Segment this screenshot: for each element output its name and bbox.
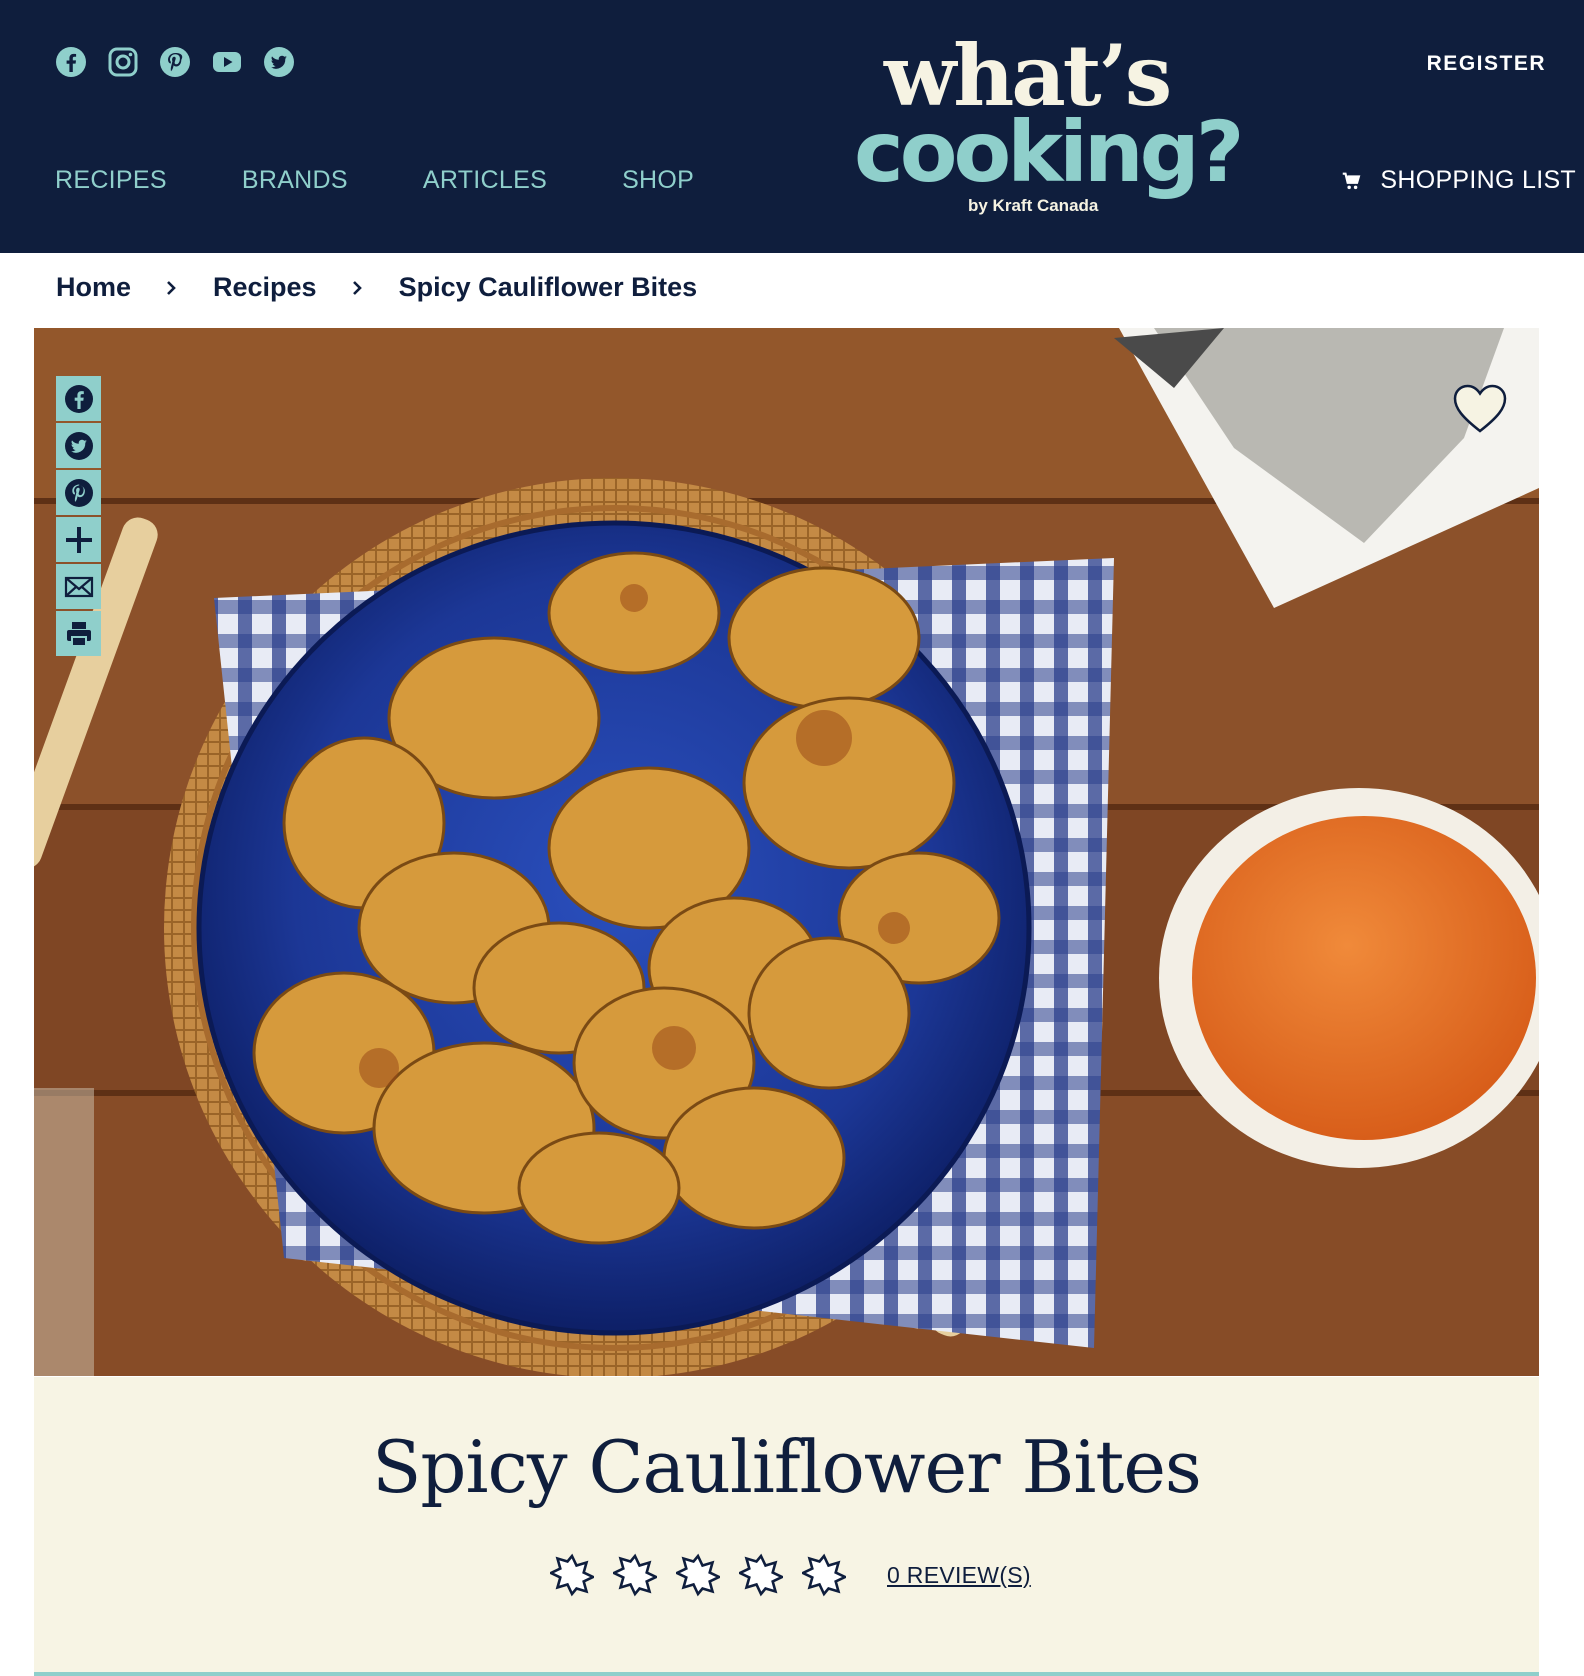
youtube-icon[interactable] <box>211 46 243 78</box>
nav-brands[interactable]: BRANDS <box>242 166 348 195</box>
breadcrumb-home[interactable]: Home <box>56 272 131 303</box>
nav-shop[interactable]: SHOP <box>622 166 694 195</box>
rating-star-icon[interactable] <box>802 1553 846 1597</box>
facebook-icon[interactable] <box>55 46 87 78</box>
section-divider <box>34 1672 1539 1676</box>
rating-row: 0 REVIEW(S) <box>550 1553 1031 1597</box>
recipe-hero-image <box>34 328 1539 1376</box>
pinterest-icon <box>64 478 93 507</box>
reviews-link[interactable]: 0 REVIEW(S) <box>887 1562 1031 1589</box>
breadcrumb: Home Recipes Spicy Cauliflower Bites <box>56 272 697 303</box>
main-nav: RECIPES BRANDS ARTICLES SHOP <box>55 166 769 195</box>
share-facebook-button[interactable] <box>56 376 101 421</box>
twitter-icon <box>64 431 93 460</box>
share-more-button[interactable] <box>56 517 101 562</box>
share-email-button[interactable] <box>56 564 101 609</box>
breadcrumb-recipes[interactable]: Recipes <box>213 272 317 303</box>
cart-icon <box>1343 172 1361 189</box>
nav-recipes[interactable]: RECIPES <box>55 166 167 195</box>
instagram-icon[interactable] <box>107 46 139 78</box>
logo-byline: by Kraft Canada <box>968 196 1099 215</box>
share-pinterest-button[interactable] <box>56 470 101 515</box>
logo-line-2: cooking? <box>854 103 1245 201</box>
site-logo[interactable]: what’s cooking? by Kraft Canada <box>850 34 1270 226</box>
recipe-title: Spicy Cauliflower Bites <box>372 1425 1202 1509</box>
share-toolbar <box>56 376 101 656</box>
breadcrumb-current: Spicy Cauliflower Bites <box>398 272 698 302</box>
rating-star-icon[interactable] <box>613 1553 657 1597</box>
rating-star-icon[interactable] <box>739 1553 783 1597</box>
heart-icon[interactable] <box>1452 383 1508 435</box>
twitter-icon[interactable] <box>263 46 295 78</box>
share-twitter-button[interactable] <box>56 423 101 468</box>
social-links <box>55 46 295 78</box>
rating-star-icon[interactable] <box>676 1553 720 1597</box>
facebook-icon <box>64 384 93 413</box>
shopping-list-label: SHOPPING LIST <box>1380 166 1576 194</box>
recipe-header: Spicy Cauliflower Bites 0 REVIEW(S) <box>34 1377 1539 1676</box>
chevron-right-icon <box>167 280 176 295</box>
email-icon <box>64 576 93 597</box>
shopping-list-link[interactable]: SHOPPING LIST <box>1340 166 1576 195</box>
site-header: RECIPES BRANDS ARTICLES SHOP what’s cook… <box>0 0 1584 253</box>
print-icon <box>66 621 91 647</box>
nav-articles[interactable]: ARTICLES <box>423 166 547 195</box>
rating-star-icon[interactable] <box>550 1553 594 1597</box>
chevron-right-icon <box>352 280 362 295</box>
pinterest-icon[interactable] <box>159 46 191 78</box>
register-link[interactable]: REGISTER <box>1427 52 1546 76</box>
print-button[interactable] <box>56 611 101 656</box>
plus-icon <box>65 526 92 553</box>
